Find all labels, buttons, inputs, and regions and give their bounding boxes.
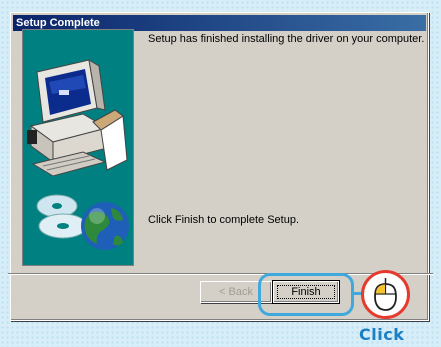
- setup-illustration: [22, 29, 134, 266]
- globe-icon: [81, 202, 129, 250]
- finished-message: Setup has finished installing the driver…: [148, 33, 425, 45]
- cd-icon: [36, 194, 88, 239]
- mouse-icon: [374, 278, 397, 311]
- computer-icon: [27, 59, 128, 177]
- click-label: Click: [359, 325, 405, 344]
- mouse-click-badge: [361, 270, 410, 319]
- finish-highlight-frame: [258, 273, 354, 316]
- instruction-message: Click Finish to complete Setup.: [148, 214, 300, 226]
